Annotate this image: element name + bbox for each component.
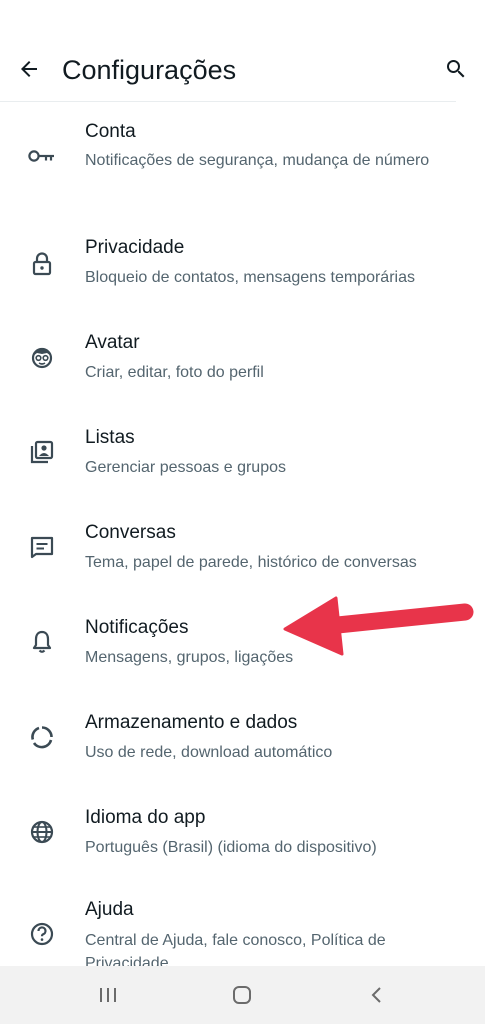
annotation-arrow xyxy=(283,596,474,656)
home-button[interactable] xyxy=(222,980,262,1010)
bell-icon xyxy=(26,626,58,658)
settings-item-title: Idioma do app xyxy=(85,807,206,828)
settings-item-listas[interactable]: Listas Gerenciar pessoas e grupos xyxy=(0,406,485,501)
settings-item-conversas[interactable]: Conversas Tema, papel de parede, históri… xyxy=(0,501,485,596)
settings-item-title: Conversas xyxy=(85,522,176,543)
settings-item-privacidade[interactable]: Privacidade Bloqueio de contatos, mensag… xyxy=(0,216,485,311)
settings-item-title: Privacidade xyxy=(85,237,185,258)
settings-item-subtitle: Criar, editar, foto do perfil xyxy=(85,364,264,381)
arrow-left-icon xyxy=(21,61,37,77)
settings-item-subtitle: Central de Ajuda, fale conosco, Política… xyxy=(85,932,386,966)
settings-item-subtitle: Uso de rede, download automático xyxy=(85,744,333,761)
settings-item-subtitle: Português (Brasil) (idioma do dispositiv… xyxy=(85,839,377,856)
system-back-button[interactable] xyxy=(357,980,397,1010)
lock-icon xyxy=(26,248,58,280)
settings-list: Conta Notificações de segurança, mudança… xyxy=(0,102,485,966)
search-button[interactable] xyxy=(438,52,474,86)
help-icon xyxy=(26,918,58,950)
settings-item-conta[interactable]: Conta Notificações de segurança, mudança… xyxy=(0,102,485,197)
home-icon xyxy=(233,986,251,1004)
contacts-list-icon xyxy=(26,436,58,468)
search-icon xyxy=(447,60,465,78)
chat-icon xyxy=(26,531,58,563)
back-button[interactable] xyxy=(12,52,46,86)
settings-item-subtitle: Bloqueio de contatos, mensagens temporár… xyxy=(85,269,415,286)
settings-item-title: Listas xyxy=(85,427,135,448)
settings-item-ajuda[interactable]: Ajuda Central de Ajuda, fale conosco, Po… xyxy=(0,881,485,966)
settings-item-armazenamento[interactable]: Armazenamento e dados Uso de rede, downl… xyxy=(0,691,485,786)
settings-item-idioma[interactable]: Idioma do app Português (Brasil) (idioma… xyxy=(0,786,485,881)
recent-apps-icon xyxy=(100,988,116,1002)
chevron-left-icon xyxy=(371,987,381,1003)
recent-apps-button[interactable] xyxy=(88,980,128,1010)
settings-item-title: Armazenamento e dados xyxy=(85,712,298,733)
page-title: Configurações xyxy=(62,55,237,85)
globe-icon xyxy=(26,816,58,848)
settings-item-subtitle: Tema, papel de parede, histórico de conv… xyxy=(85,554,417,571)
key-icon xyxy=(26,140,58,172)
settings-item-subtitle: Notificações de segurança, mudança de nú… xyxy=(85,152,430,169)
settings-item-subtitle: Gerenciar pessoas e grupos xyxy=(85,459,286,476)
settings-screen: Configurações Conta Notificações de segu… xyxy=(0,0,485,1024)
app-bar: Configurações xyxy=(0,0,485,102)
settings-item-avatar[interactable]: Avatar Criar, editar, foto do perfil xyxy=(0,311,485,406)
avatar-face-icon xyxy=(26,341,58,373)
settings-item-title: Avatar xyxy=(85,332,140,353)
system-nav-bar xyxy=(0,966,485,1024)
settings-item-title: Conta xyxy=(85,121,136,142)
settings-item-title: Ajuda xyxy=(85,899,134,920)
storage-ring-icon xyxy=(26,721,58,753)
settings-item-title: Notificações xyxy=(85,617,189,638)
